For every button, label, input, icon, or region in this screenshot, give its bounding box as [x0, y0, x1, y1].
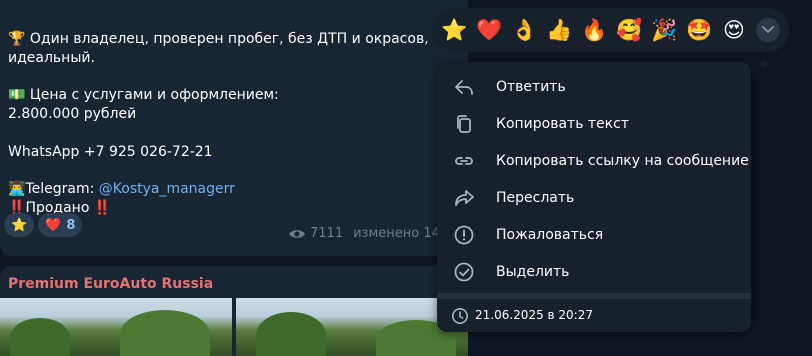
- menu-item-copy-text[interactable]: Копировать текст: [437, 105, 751, 142]
- fire-icon[interactable]: 🔥: [581, 17, 607, 43]
- party-popper-icon[interactable]: 🎉: [651, 17, 677, 43]
- menu-item-report[interactable]: Пожаловаться: [437, 216, 751, 253]
- reply-icon: [455, 80, 473, 95]
- heart-icon: ❤️: [45, 217, 62, 233]
- message-line-2: идеальный.: [8, 50, 95, 66]
- message-price-value: 2.800.000 рублей: [8, 106, 137, 122]
- photo-tree: [256, 312, 326, 356]
- message-datetime: 21.06.2025 в 20:27: [437, 299, 751, 332]
- reaction-star-chip[interactable]: ⭐: [4, 213, 35, 237]
- message-photo[interactable]: [236, 298, 468, 356]
- sender-name[interactable]: Premium EuroAuto Russia: [8, 276, 213, 292]
- heart-eyes-icon[interactable]: 😍: [721, 17, 747, 43]
- copy-icon: [457, 115, 471, 133]
- telegram-handle-link[interactable]: @Kostya_managerr: [99, 181, 235, 197]
- heart-icon[interactable]: ❤️: [476, 17, 502, 43]
- menu-item-copy-link[interactable]: Копировать ссылку на сообщение: [437, 142, 751, 179]
- forward-icon: [455, 190, 474, 206]
- message-bubble[interactable]: 🏆 Один владелец, проверен пробег, без ДТ…: [0, 0, 468, 256]
- menu-item-select[interactable]: Выделить: [437, 253, 751, 290]
- menu-item-label: Копировать ссылку на сообщение: [496, 152, 749, 169]
- context-menu: Ответить Копировать текст Копировать ссы…: [437, 62, 751, 332]
- star-icon[interactable]: ⭐: [441, 17, 467, 43]
- eye-icon: [289, 229, 305, 238]
- photo-tree: [120, 310, 210, 356]
- message-whatsapp: WhatsApp +7 925 026-72-21: [8, 144, 213, 160]
- photo-tree: [10, 318, 70, 356]
- message-meta: 7111 изменено 14: [288, 226, 440, 241]
- chevron-down-icon: [762, 26, 774, 34]
- thumbs-up-icon[interactable]: 👍: [546, 17, 572, 43]
- star-icon: ⭐: [11, 217, 28, 233]
- technologist-icon: 👨‍💻: [8, 181, 26, 197]
- trophy-icon: 🏆: [8, 31, 26, 47]
- menu-item-label: Ответить: [496, 78, 566, 95]
- menu-item-reply[interactable]: Ответить: [437, 68, 751, 105]
- select-icon: [454, 262, 474, 282]
- menu-item-label: Копировать текст: [496, 115, 629, 132]
- picker-tail: [760, 60, 768, 68]
- message-price-label: 💵 Цена с услугами и оформлением:: [8, 87, 279, 103]
- ok-hand-icon[interactable]: 👌: [511, 17, 537, 43]
- reaction-picker: ⭐ ❤️ 👌 👍 🔥 🥰 🎉 🤩 😍: [431, 8, 789, 52]
- message-photo[interactable]: [0, 298, 232, 356]
- reaction-heart-chip[interactable]: ❤️ 8: [38, 213, 83, 237]
- smiling-hearts-icon[interactable]: 🥰: [616, 17, 642, 43]
- report-icon: [454, 225, 474, 245]
- reaction-count: 8: [66, 217, 76, 233]
- clock-icon: [452, 308, 468, 324]
- view-count: 7111: [310, 226, 344, 241]
- menu-item-label: Выделить: [496, 263, 570, 280]
- datetime-label: 21.06.2025 в 20:27: [475, 308, 593, 322]
- message-telegram: 👨‍💻Telegram: @Kostya_managerr: [8, 181, 235, 197]
- message-line-1: 🏆 Один владелец, проверен пробег, без ДТ…: [8, 31, 459, 47]
- expand-reactions-button[interactable]: [756, 18, 780, 42]
- menu-item-label: Переслать: [496, 189, 575, 206]
- edited-label: изменено 14: [353, 226, 440, 241]
- star-struck-icon[interactable]: 🤩: [686, 17, 712, 43]
- link-icon: [455, 157, 473, 165]
- next-message-bubble[interactable]: Premium EuroAuto Russia: [0, 266, 468, 356]
- money-icon: 💵: [8, 87, 26, 103]
- menu-item-forward[interactable]: Переслать: [437, 179, 751, 216]
- menu-item-label: Пожаловаться: [496, 226, 604, 243]
- message-reactions: ⭐ ❤️ 8: [4, 213, 83, 237]
- double-exclamation-icon: ‼️: [93, 200, 112, 216]
